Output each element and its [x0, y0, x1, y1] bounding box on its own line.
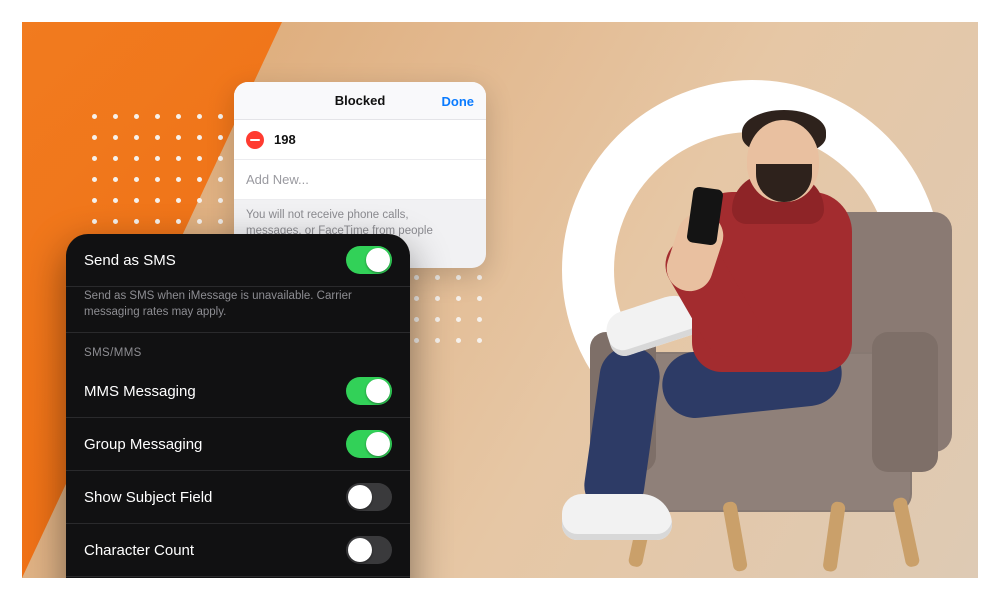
toggle-switch[interactable]: [346, 536, 392, 564]
toggle-knob: [366, 248, 390, 272]
row-label: Character Count: [84, 542, 194, 559]
blocked-contacts-row[interactable]: Blocked Contacts: [66, 577, 410, 578]
popup-title: Blocked: [335, 93, 386, 108]
toggle-knob: [348, 485, 372, 509]
footer-line: You will not receive phone calls,: [246, 208, 474, 224]
row-label: Show Subject Field: [84, 489, 212, 506]
mms-messaging-row[interactable]: MMS Messaging: [66, 365, 410, 418]
dot-grid-deco: [92, 114, 244, 224]
character-count-row[interactable]: Character Count: [66, 524, 410, 577]
toggle-switch[interactable]: [346, 430, 392, 458]
sneaker-icon: [562, 494, 672, 540]
section-header: SMS/MMS: [66, 333, 410, 365]
toggle-knob: [366, 379, 390, 403]
toggle-knob: [366, 432, 390, 456]
add-new-row[interactable]: Add New...: [234, 160, 486, 200]
remove-icon[interactable]: [246, 131, 264, 149]
blocked-number: 198: [274, 132, 296, 147]
send-as-sms-description: Send as SMS when iMessage is unavailable…: [66, 287, 410, 333]
blocked-entry-row[interactable]: 198: [234, 120, 486, 160]
hero-frame: Blocked Done 198 Add New... You will not…: [22, 22, 978, 578]
add-new-label: Add New...: [246, 172, 309, 187]
toggle-switch[interactable]: [346, 377, 392, 405]
row-label: Group Messaging: [84, 436, 202, 453]
group-messaging-row[interactable]: Group Messaging: [66, 418, 410, 471]
toggle-switch[interactable]: [346, 483, 392, 511]
show-subject-field-row[interactable]: Show Subject Field: [66, 471, 410, 524]
messages-settings-panel: Send as SMS Send as SMS when iMessage is…: [66, 234, 410, 578]
done-button[interactable]: Done: [442, 82, 475, 120]
toggle-switch[interactable]: [346, 246, 392, 274]
popup-header: Blocked Done: [234, 82, 486, 120]
row-label: Send as SMS: [84, 252, 176, 269]
row-label: MMS Messaging: [84, 383, 196, 400]
armchair-leg: [892, 497, 920, 568]
person-on-chair-illustration: [542, 102, 978, 572]
armchair-arm: [872, 332, 938, 472]
send-as-sms-row[interactable]: Send as SMS: [66, 234, 410, 287]
toggle-knob: [348, 538, 372, 562]
